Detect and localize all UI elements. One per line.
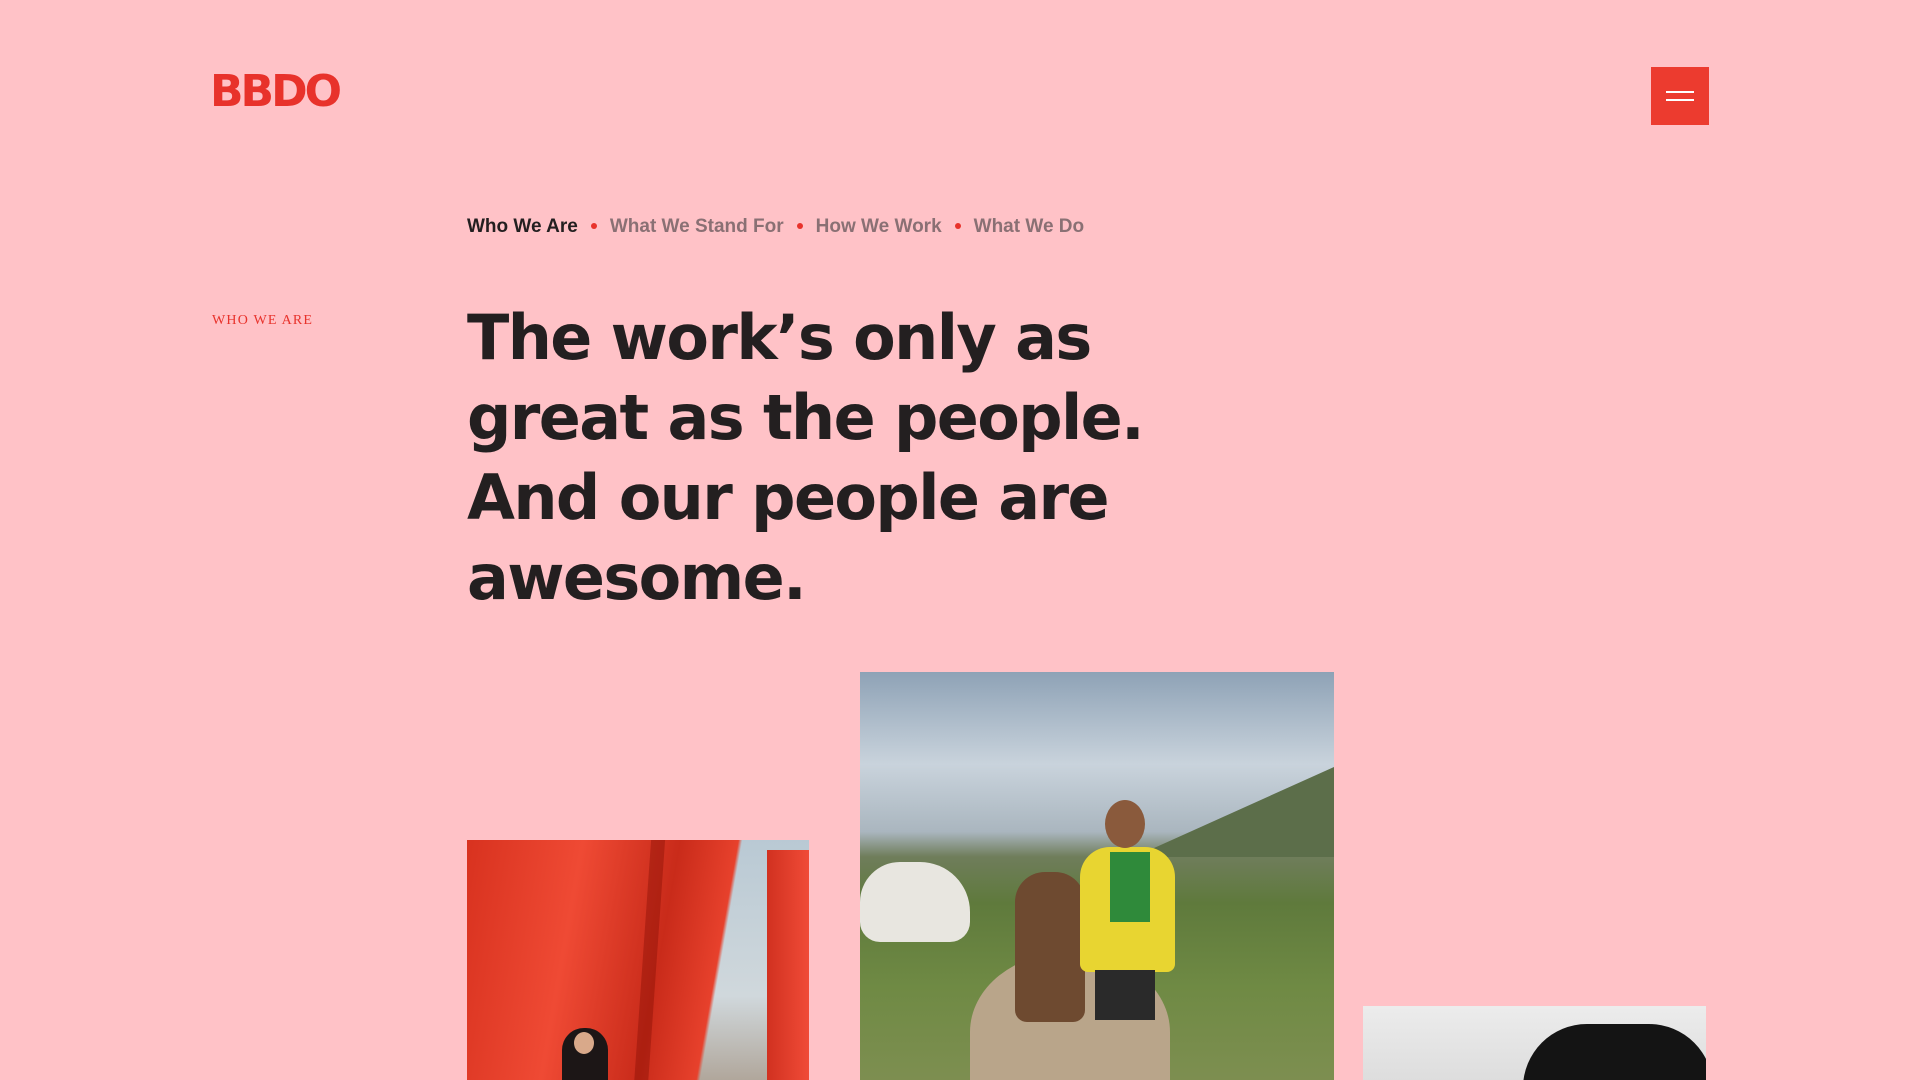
subnav-item-how-we-work[interactable]: How We Work <box>816 216 942 238</box>
bbdo-logo[interactable]: BBDO <box>210 70 342 114</box>
page-headline: The work’s only as great as the people. … <box>467 301 1145 614</box>
team-photo-portrait <box>1363 1006 1706 1080</box>
section-label: WHO WE ARE <box>212 313 314 328</box>
menu-button[interactable] <box>1651 67 1709 125</box>
hamburger-menu-icon <box>1666 91 1694 101</box>
separator-dot <box>796 223 803 229</box>
subnav-item-what-we-stand-for[interactable]: What We Stand For <box>610 216 784 238</box>
separator-dot <box>954 223 961 229</box>
separator-dot <box>590 223 597 229</box>
section-subnav: Who We Are What We Stand For How We Work… <box>467 216 1084 238</box>
page: BBDO Who We Are What We Stand For How We… <box>0 0 1920 1080</box>
subnav-item-what-we-do[interactable]: What We Do <box>974 216 1084 238</box>
subnav-item-who-we-are[interactable]: Who We Are <box>467 216 578 238</box>
team-photo-mountain-horses <box>860 672 1334 1080</box>
team-photo-red-sculpture <box>467 840 809 1080</box>
